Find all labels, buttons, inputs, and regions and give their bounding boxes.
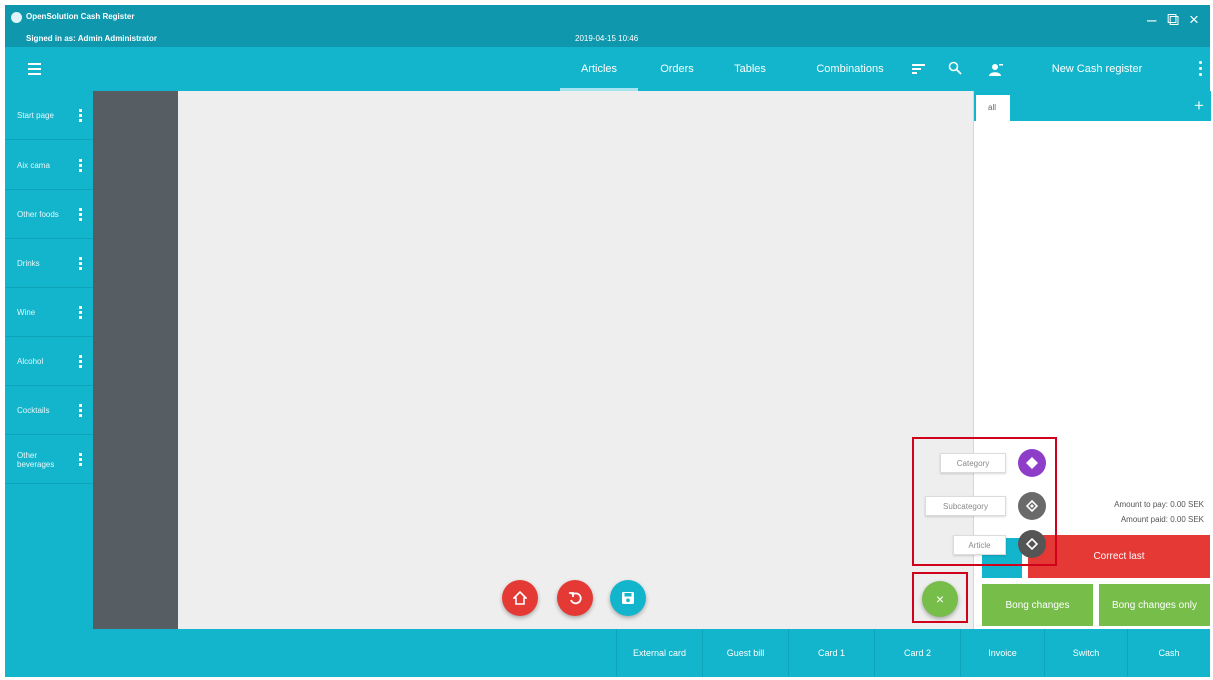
switch-button[interactable]: Switch	[1044, 629, 1127, 677]
card-1-button[interactable]: Card 1	[788, 629, 874, 677]
sort-icon[interactable]	[912, 64, 925, 74]
category-label: Other beverages	[17, 450, 55, 469]
article-grid-area	[178, 91, 973, 629]
card-2-button[interactable]: Card 2	[874, 629, 960, 677]
external-card-button[interactable]: External card	[616, 629, 702, 677]
signed-in-user: Signed in as: Admin Administrator	[26, 34, 157, 43]
more-options-icon[interactable]	[1199, 61, 1203, 79]
category-item[interactable]: Alcohol	[5, 337, 93, 386]
category-options-icon[interactable]	[79, 109, 83, 123]
category-item[interactable]: Start page	[5, 91, 93, 140]
highlight-box-close-button	[912, 572, 968, 623]
customer-icon[interactable]	[989, 63, 1003, 77]
hamburger-menu-icon[interactable]	[28, 63, 41, 75]
subcategory-panel	[93, 91, 178, 629]
category-label: Wine	[17, 308, 36, 317]
category-label: Drinks	[17, 259, 40, 268]
home-button[interactable]	[502, 580, 538, 616]
tab-orders[interactable]: Orders	[645, 47, 709, 91]
tab-articles[interactable]: Articles	[560, 47, 638, 91]
main-toolbar: Articles Orders Tables Combinations New …	[5, 47, 1210, 91]
category-options-icon[interactable]	[79, 355, 83, 369]
amount-paid: Amount paid: 0.00 SEK	[1120, 515, 1204, 524]
undo-button[interactable]	[557, 580, 593, 616]
category-item[interactable]: Other beverages	[5, 435, 93, 484]
tab-tables[interactable]: Tables	[718, 47, 782, 91]
tab-combinations[interactable]: Combinations	[800, 47, 900, 91]
save-button[interactable]	[610, 580, 646, 616]
close-icon[interactable]: ×	[1189, 11, 1199, 28]
undo-icon	[569, 592, 582, 605]
restore-icon[interactable]: ⧉	[1167, 11, 1179, 28]
guest-bill-button[interactable]: Guest bill	[702, 629, 788, 677]
category-options-icon[interactable]	[79, 257, 83, 271]
home-icon	[513, 591, 527, 605]
category-label: Other foods	[17, 210, 59, 219]
search-icon[interactable]	[948, 61, 962, 75]
minimize-icon[interactable]: –	[1147, 11, 1156, 28]
app-logo-icon	[11, 12, 22, 23]
category-options-icon[interactable]	[79, 306, 83, 320]
category-options-icon[interactable]	[79, 404, 83, 418]
category-item[interactable]: Drinks	[5, 239, 93, 288]
add-receipt-icon[interactable]: +	[1194, 97, 1204, 114]
category-options-icon[interactable]	[79, 453, 83, 467]
receipt-tab-all[interactable]: all	[976, 95, 1010, 121]
payment-bar: External card Guest bill Card 1 Card 2 I…	[5, 629, 1210, 677]
category-options-icon[interactable]	[79, 159, 83, 173]
category-label: Cocktails	[17, 406, 50, 415]
invoice-button[interactable]: Invoice	[960, 629, 1044, 677]
app-title: OpenSolution Cash Register	[26, 12, 135, 21]
receipt-tab-bar: all +	[974, 91, 1211, 121]
amount-to-pay: Amount to pay: 0.00 SEK	[1114, 500, 1204, 509]
highlight-box-speed-dial	[912, 437, 1057, 566]
category-item[interactable]: Cocktails	[5, 386, 93, 435]
category-item[interactable]: Wine	[5, 288, 93, 337]
bong-changes-only-button[interactable]: Bong changes only	[1099, 584, 1210, 626]
category-item[interactable]: Other foods	[5, 190, 93, 239]
category-options-icon[interactable]	[79, 208, 83, 222]
window-titlebar: OpenSolution Cash Register Signed in as:…	[5, 5, 1210, 47]
save-icon	[622, 592, 634, 604]
category-sidebar: Start page Aix cama Other foods Drinks W…	[5, 91, 93, 629]
category-label: Aix cama	[17, 161, 50, 170]
category-item[interactable]: Aix cama	[5, 141, 93, 190]
datetime-display: 2019-04-15 10:46	[575, 34, 639, 43]
category-label: Alcohol	[17, 357, 44, 366]
bong-changes-button[interactable]: Bong changes	[982, 584, 1093, 626]
category-label: Start page	[17, 111, 54, 120]
cash-register-name: New Cash register	[1051, 63, 1143, 75]
cash-button[interactable]: Cash	[1127, 629, 1210, 677]
